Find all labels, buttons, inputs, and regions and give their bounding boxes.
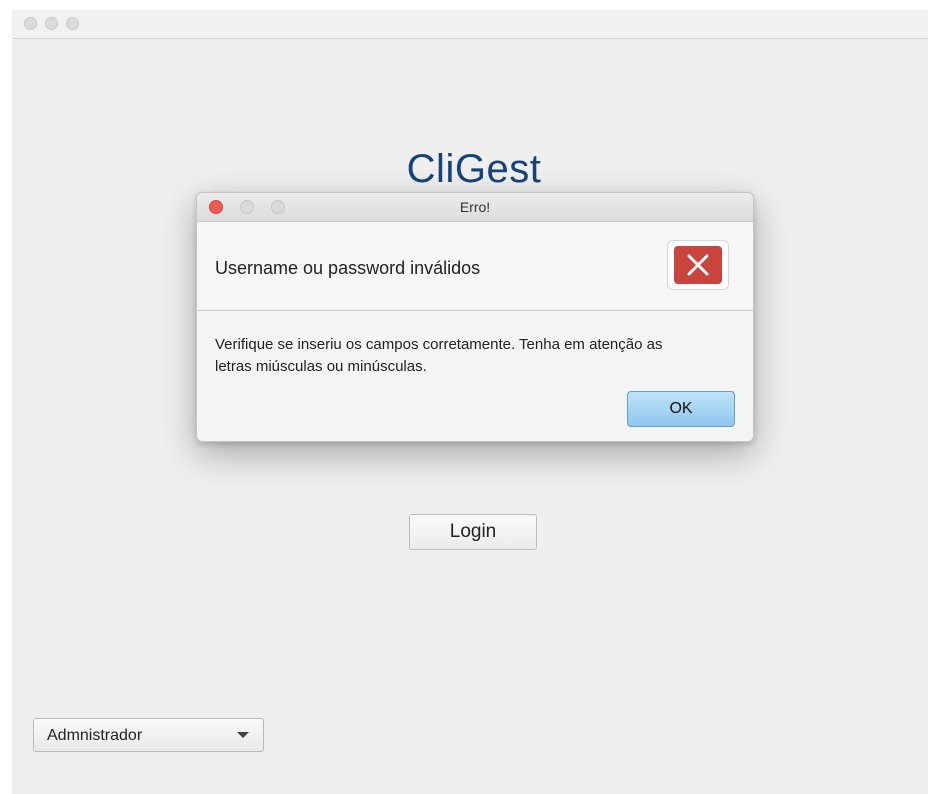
role-select[interactable]: Admnistrador [33, 718, 264, 752]
app-title: CliGest [406, 147, 542, 191]
dialog-title: Erro! [459, 199, 491, 215]
role-select-value: Admnistrador [47, 727, 143, 744]
dialog-header: Username ou password inválidos [197, 222, 753, 311]
dialog-header-text: Username ou password inválidos [215, 258, 481, 278]
window-titlebar [12, 10, 928, 39]
error-x-icon [667, 240, 729, 290]
login-button[interactable]: Login [409, 514, 537, 550]
ok-button[interactable]: OK [627, 391, 735, 427]
error-dialog: Erro! Username ou password inválidos Ver… [196, 192, 754, 442]
chevron-down-icon [237, 732, 249, 738]
window-close-button[interactable] [24, 17, 37, 30]
dialog-message: Verifique se inseriu os campos corretame… [215, 336, 663, 375]
window-minimize-button[interactable] [45, 17, 58, 30]
window-zoom-button[interactable] [66, 17, 79, 30]
dialog-titlebar: Erro! [197, 193, 753, 222]
